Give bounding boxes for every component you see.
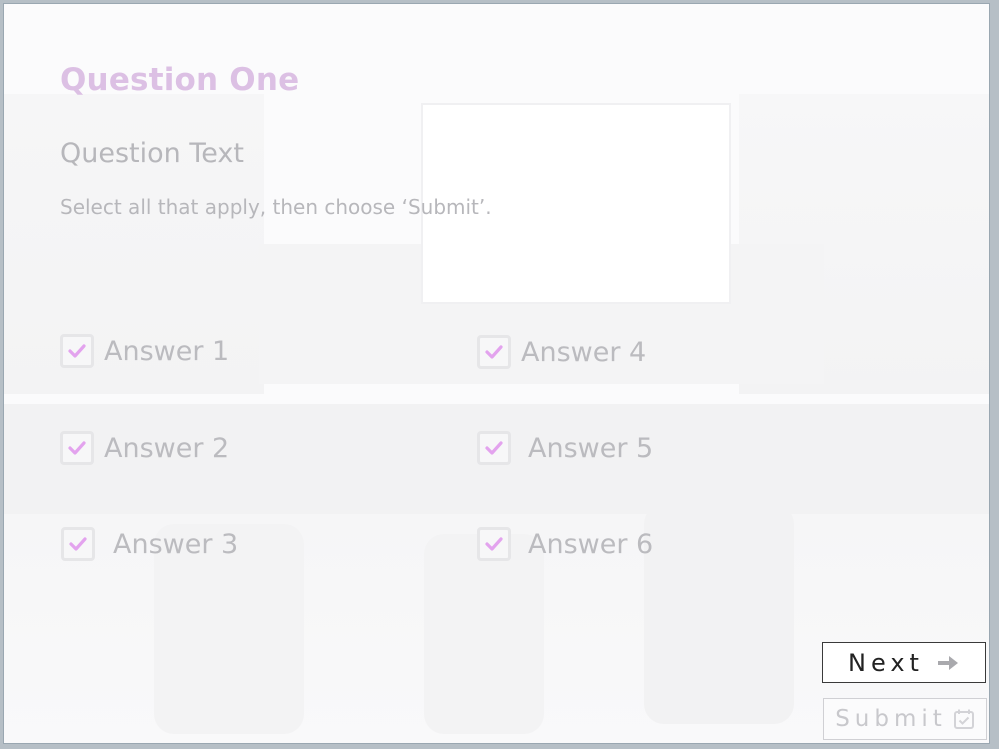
checkbox[interactable]: [477, 431, 511, 465]
answer-label: Answer 4: [521, 336, 647, 368]
checkbox[interactable]: [61, 527, 95, 561]
answer-option-5[interactable]: Answer 5: [477, 431, 653, 465]
answer-option-6[interactable]: Answer 6: [477, 527, 653, 561]
answer-label: Answer 1: [104, 335, 230, 367]
arrow-right-icon: [936, 653, 960, 673]
checkbox[interactable]: [477, 335, 511, 369]
submit-button-label: Submit: [835, 706, 947, 732]
checkbox[interactable]: [60, 334, 94, 368]
background-chair: [644, 504, 794, 724]
answer-label: Answer 3: [113, 528, 239, 560]
answer-option-4[interactable]: Answer 4: [477, 335, 646, 369]
checkmark-icon: [485, 345, 503, 359]
next-button-label: Next: [848, 648, 924, 677]
question-text: Question Text: [60, 138, 244, 169]
background-wall-right: [739, 94, 989, 394]
slide-frame: Question One Question Text Select all th…: [3, 3, 990, 744]
next-button[interactable]: Next: [822, 642, 986, 683]
question-title: Question One: [60, 62, 300, 98]
checkmark-icon: [68, 344, 86, 358]
background-photo: [4, 4, 989, 743]
checkbox[interactable]: [60, 431, 94, 465]
answer-label: Answer 2: [104, 432, 230, 464]
submit-button[interactable]: Submit: [823, 698, 987, 740]
checkbox[interactable]: [477, 527, 511, 561]
answer-label: Answer 5: [528, 432, 654, 464]
checkmark-icon: [69, 537, 87, 551]
question-instructions: Select all that apply, then choose ‘Subm…: [60, 195, 492, 219]
answer-option-1[interactable]: Answer 1: [60, 334, 229, 368]
checkmark-icon: [485, 441, 503, 455]
answer-label: Answer 6: [528, 528, 654, 560]
answer-option-2[interactable]: Answer 2: [60, 431, 229, 465]
checkmark-icon: [485, 537, 503, 551]
checkmark-icon: [68, 441, 86, 455]
background-chair: [424, 534, 544, 734]
calendar-check-icon: [953, 708, 975, 730]
answer-option-3[interactable]: Answer 3: [61, 527, 238, 561]
